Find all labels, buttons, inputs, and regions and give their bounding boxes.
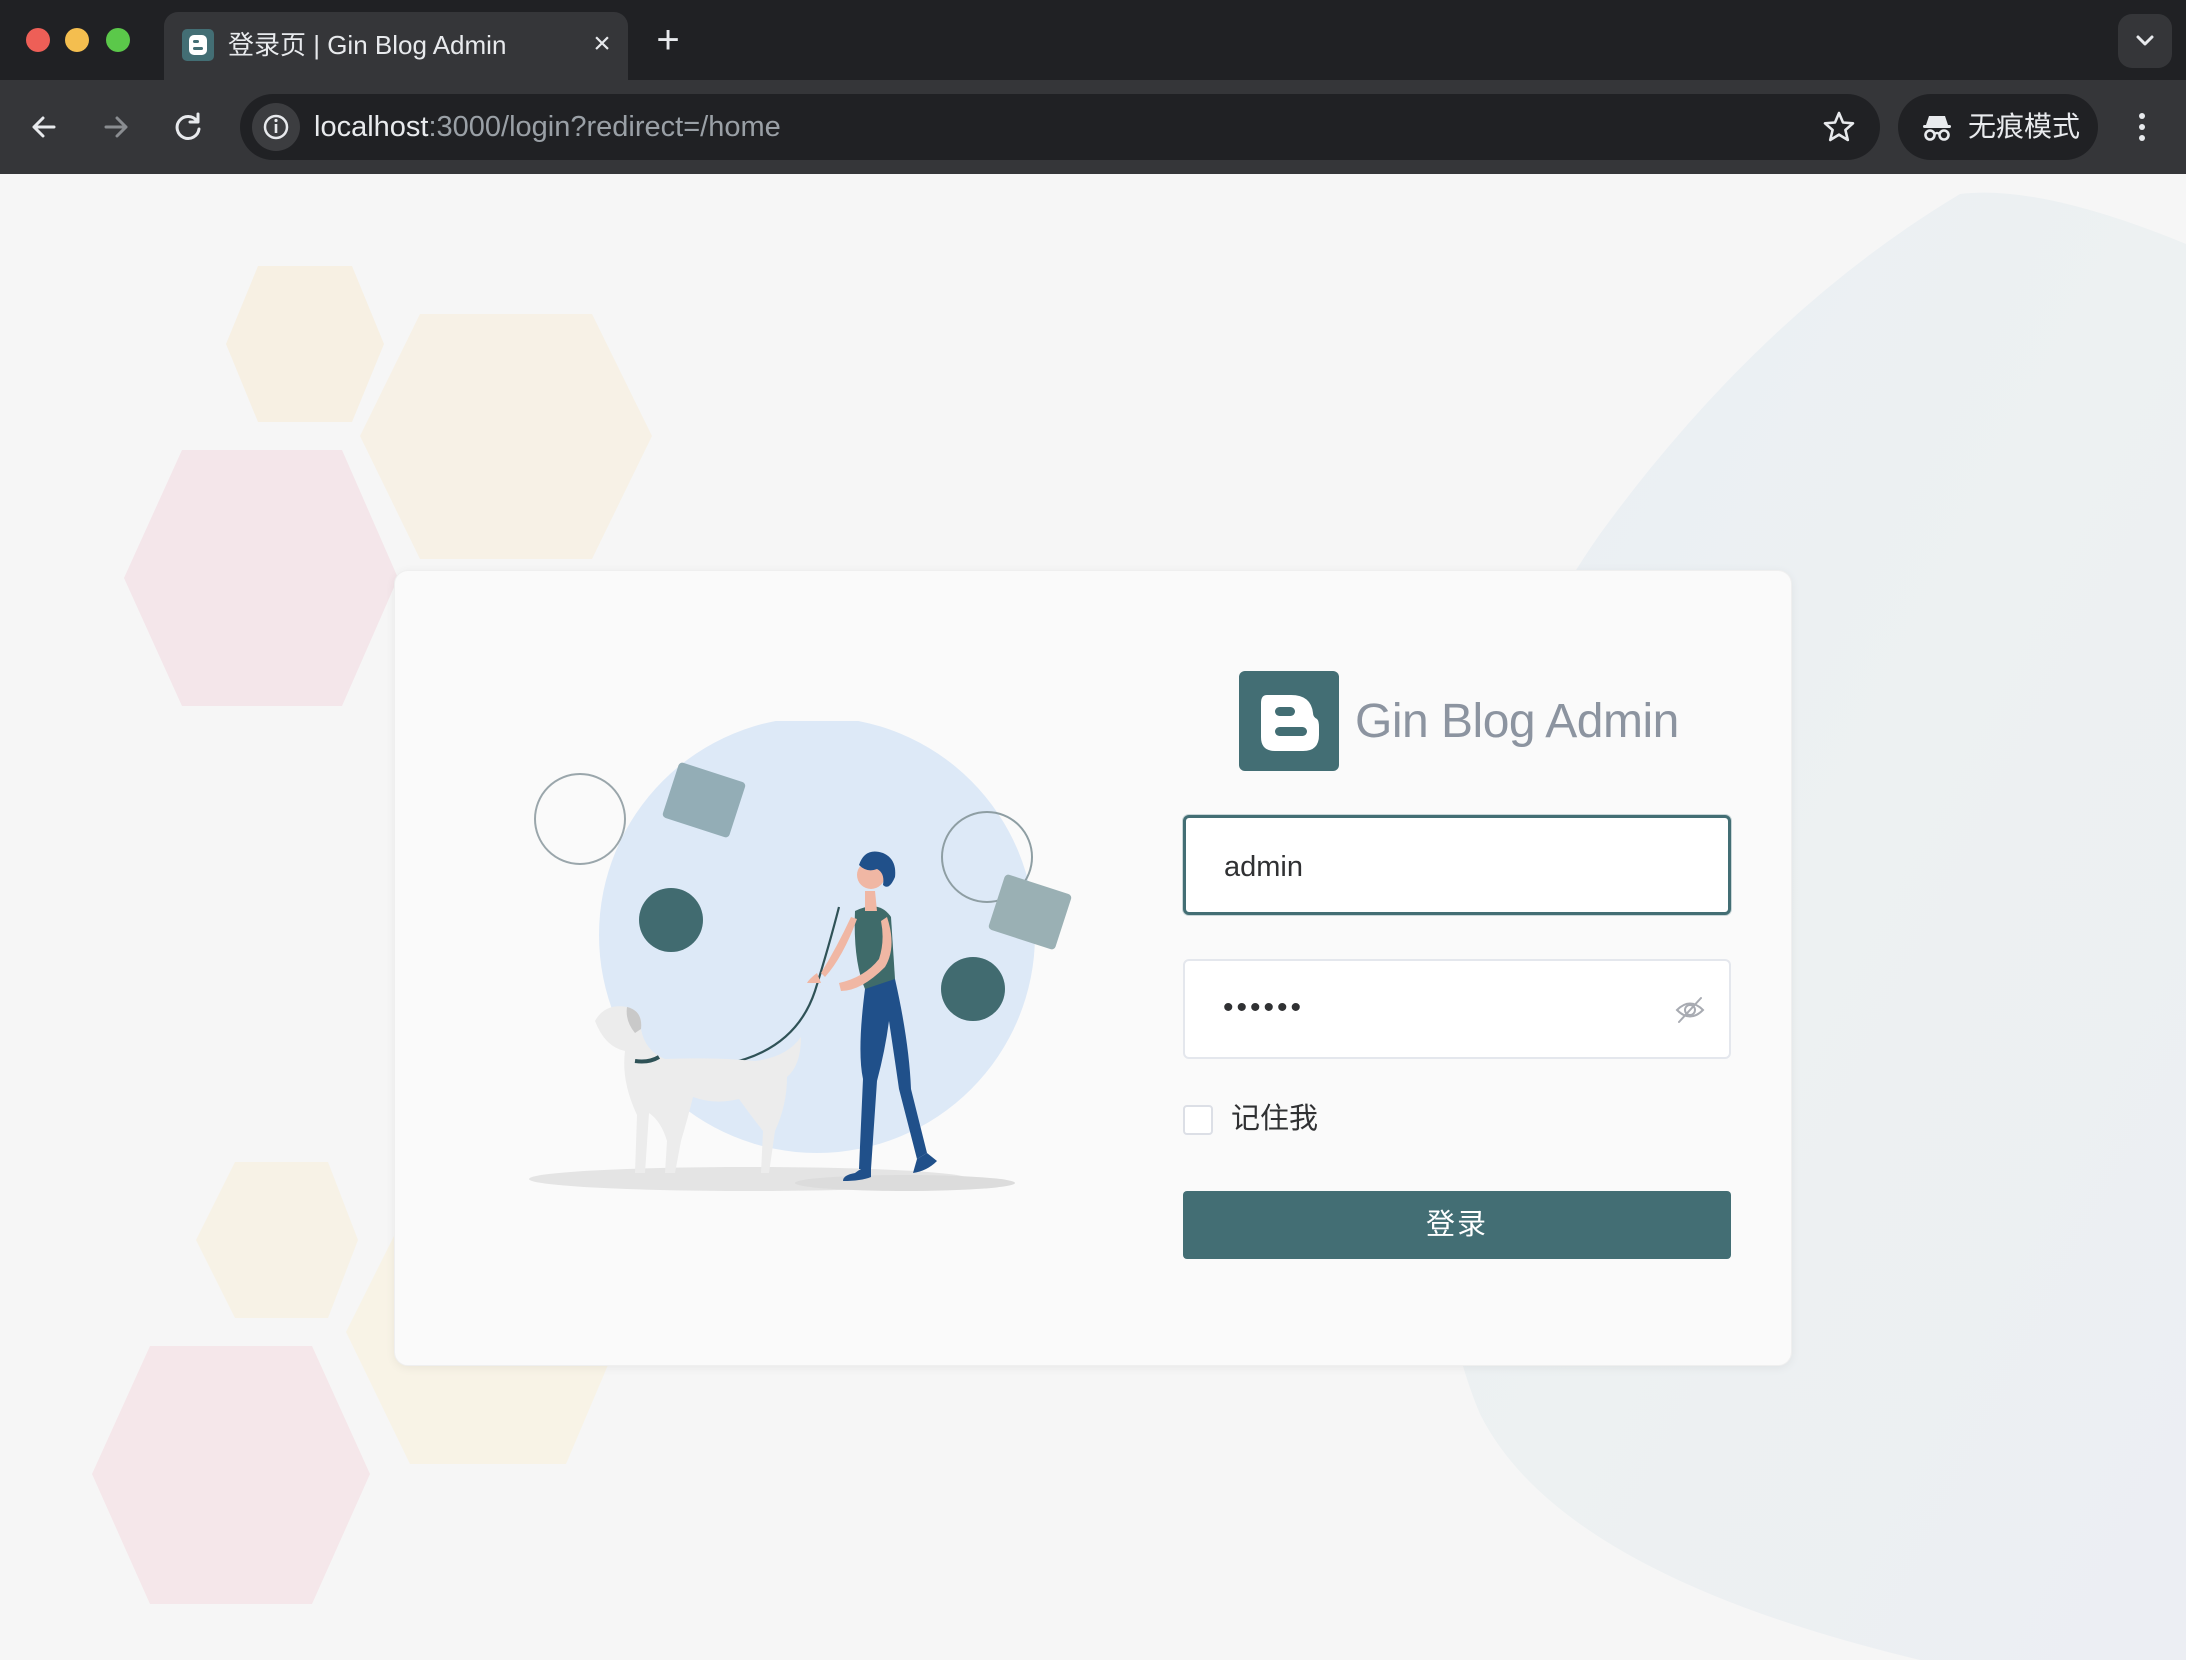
- login-card: Gin Blog Admin admin •••••• 记住我 登录: [394, 570, 1792, 1366]
- username-value: admin: [1224, 851, 1303, 883]
- maximize-window-button[interactable]: [106, 28, 130, 52]
- incognito-indicator[interactable]: 无痕模式: [1898, 94, 2098, 160]
- url-path: :3000/login?redirect=/home: [428, 111, 781, 143]
- forward-button[interactable]: [90, 101, 142, 153]
- back-button[interactable]: [18, 101, 70, 153]
- incognito-icon: [1923, 116, 1951, 141]
- password-value: ••••••: [1223, 991, 1305, 1024]
- eye-off-icon[interactable]: [1673, 993, 1707, 1027]
- hexagon-decoration: [196, 1162, 358, 1318]
- brand-header: Gin Blog Admin: [1183, 671, 1731, 773]
- bookmark-star-icon: [1823, 111, 1855, 142]
- login-button[interactable]: 登录: [1183, 1191, 1731, 1259]
- back-arrow-icon: [32, 116, 56, 138]
- address-bar[interactable]: localhost:3000/login?redirect=/home: [240, 94, 1880, 160]
- site-info-button[interactable]: [252, 103, 300, 151]
- hexagon-decoration: [360, 314, 652, 559]
- gin-blog-logo-icon: [1239, 671, 1339, 771]
- tab-search-button[interactable]: [2118, 14, 2172, 68]
- site-info-icon: [263, 114, 289, 140]
- tab-close-icon[interactable]: ×: [584, 26, 620, 62]
- new-tab-button[interactable]: +: [648, 20, 688, 60]
- close-window-button[interactable]: [26, 28, 50, 52]
- minimize-window-button[interactable]: [65, 28, 89, 52]
- browser-tab-bar: 登录页 | Gin Blog Admin × +: [0, 0, 2186, 80]
- brand-name: Gin Blog Admin: [1355, 695, 1679, 748]
- reload-button[interactable]: [162, 101, 214, 153]
- url-host: localhost: [314, 111, 429, 143]
- hexagon-decoration: [226, 266, 384, 422]
- remember-me-label[interactable]: 记住我: [1231, 1101, 1318, 1137]
- chevron-down-icon: [2136, 35, 2154, 46]
- login-form: Gin Blog Admin admin •••••• 记住我 登录: [1183, 671, 1731, 1259]
- incognito-label: 无痕模式: [1968, 111, 2081, 142]
- bookmark-button[interactable]: [1820, 108, 1858, 146]
- password-input[interactable]: ••••••: [1183, 959, 1731, 1059]
- forward-arrow-icon: [104, 116, 128, 138]
- person-walking-dog-illustration: [529, 721, 1072, 1191]
- hexagon-decoration: [124, 450, 398, 706]
- active-tab[interactable]: 登录页 | Gin Blog Admin ×: [164, 12, 628, 80]
- username-input[interactable]: admin: [1183, 815, 1731, 915]
- hexagon-decoration: [92, 1346, 370, 1604]
- browser-toolbar: localhost:3000/login?redirect=/home 无痕模式: [0, 80, 2186, 174]
- tab-title: 登录页 | Gin Blog Admin: [228, 30, 507, 60]
- more-vert-icon: [2139, 113, 2145, 141]
- remember-me-checkbox[interactable]: [1183, 1105, 1213, 1135]
- browser-menu-button[interactable]: [2122, 101, 2162, 153]
- page-viewport: Gin Blog Admin admin •••••• 记住我 登录: [0, 174, 2186, 1660]
- reload-icon: [175, 112, 201, 140]
- url-text: localhost:3000/login?redirect=/home: [314, 108, 781, 146]
- gin-blog-favicon-icon: [182, 29, 214, 61]
